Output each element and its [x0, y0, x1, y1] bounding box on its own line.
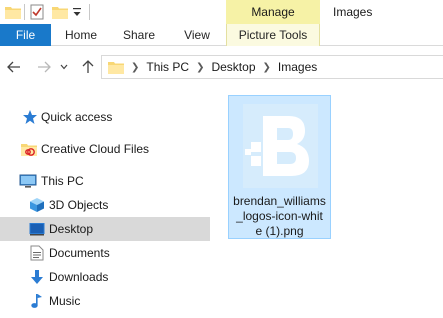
nav-item-this-pc[interactable]: This PC — [0, 169, 210, 193]
forward-arrow-icon[interactable] — [34, 57, 54, 77]
nav-item-music[interactable]: Music — [0, 289, 210, 313]
contextual-tab-manage: Manage — [226, 0, 320, 24]
tab-picture-tools[interactable]: Picture Tools — [226, 24, 320, 46]
chevron-right-icon[interactable]: ❯ — [263, 62, 271, 73]
nav-item-label: This PC — [41, 174, 84, 188]
file-list: brendan_williams _logos-icon-whit e (1).… — [210, 93, 443, 318]
tab-home[interactable]: Home — [52, 24, 110, 46]
breadcrumb-this-pc[interactable]: This PC — [146, 60, 189, 74]
nav-item-label: 3D Objects — [49, 198, 109, 212]
nav-item-label: Creative Cloud Files — [41, 142, 150, 156]
desktop-icon — [28, 220, 46, 238]
nav-item-3d-objects[interactable]: 3D Objects — [0, 193, 210, 217]
chevron-right-icon[interactable]: ❯ — [196, 62, 204, 73]
nav-item-label: Desktop — [49, 222, 94, 236]
tab-view[interactable]: View — [168, 24, 226, 46]
document-icon — [28, 244, 46, 262]
address-folder-icon — [108, 60, 124, 74]
folder-icon[interactable] — [5, 5, 21, 19]
creative-cloud-folder-icon — [20, 140, 38, 158]
breadcrumb-images[interactable]: Images — [278, 60, 317, 74]
back-arrow-icon[interactable] — [4, 57, 24, 77]
nav-item-quick-access[interactable]: Quick access — [0, 105, 210, 129]
tab-file[interactable]: File — [0, 24, 51, 46]
customize-dropdown-icon[interactable] — [72, 6, 82, 18]
up-arrow-icon[interactable] — [78, 57, 98, 77]
computer-icon — [19, 172, 37, 190]
tab-share[interactable]: Share — [110, 24, 168, 46]
file-thumbnail — [243, 104, 318, 188]
file-name: brendan_williams _logos-icon-whit e (1).… — [229, 194, 330, 239]
nav-item-documents[interactable]: Documents — [0, 241, 210, 265]
cube-icon — [28, 196, 46, 214]
qat-separator — [24, 4, 25, 20]
recent-locations-chevron-icon[interactable] — [58, 57, 70, 77]
file-name-line: _logos-icon-whit — [236, 209, 323, 223]
breadcrumb-desktop[interactable]: Desktop — [211, 60, 255, 74]
nav-item-desktop[interactable]: Desktop — [0, 217, 210, 241]
address-bar[interactable]: ❯ This PC ❯ Desktop ❯ Images — [101, 55, 443, 79]
nav-item-downloads[interactable]: Downloads — [0, 265, 210, 289]
file-item[interactable]: brendan_williams _logos-icon-whit e (1).… — [228, 95, 331, 239]
qat-separator — [89, 4, 90, 20]
nav-item-label: Music — [49, 294, 81, 308]
properties-check-icon[interactable] — [30, 4, 44, 20]
navigation-pane: Quick access Creative Cloud Files This P… — [0, 93, 210, 318]
new-folder-icon[interactable] — [52, 5, 68, 19]
chevron-right-icon[interactable]: ❯ — [131, 62, 139, 73]
star-icon — [21, 108, 39, 126]
file-name-line: e (1).png — [255, 224, 304, 238]
file-name-line: brendan_williams — [233, 194, 326, 208]
nav-item-label: Downloads — [49, 270, 109, 284]
address-row: ❯ This PC ❯ Desktop ❯ Images — [0, 47, 443, 87]
window-title: Images — [333, 5, 373, 19]
nav-item-label: Documents — [49, 246, 110, 260]
nav-item-label: Quick access — [41, 110, 113, 124]
title-bar: Manage Images — [0, 0, 443, 24]
music-icon — [28, 292, 46, 310]
download-icon — [28, 268, 46, 286]
ribbon-tabs: File Home Share View Picture Tools — [0, 24, 443, 46]
nav-item-creative-cloud-files[interactable]: Creative Cloud Files — [0, 137, 210, 161]
